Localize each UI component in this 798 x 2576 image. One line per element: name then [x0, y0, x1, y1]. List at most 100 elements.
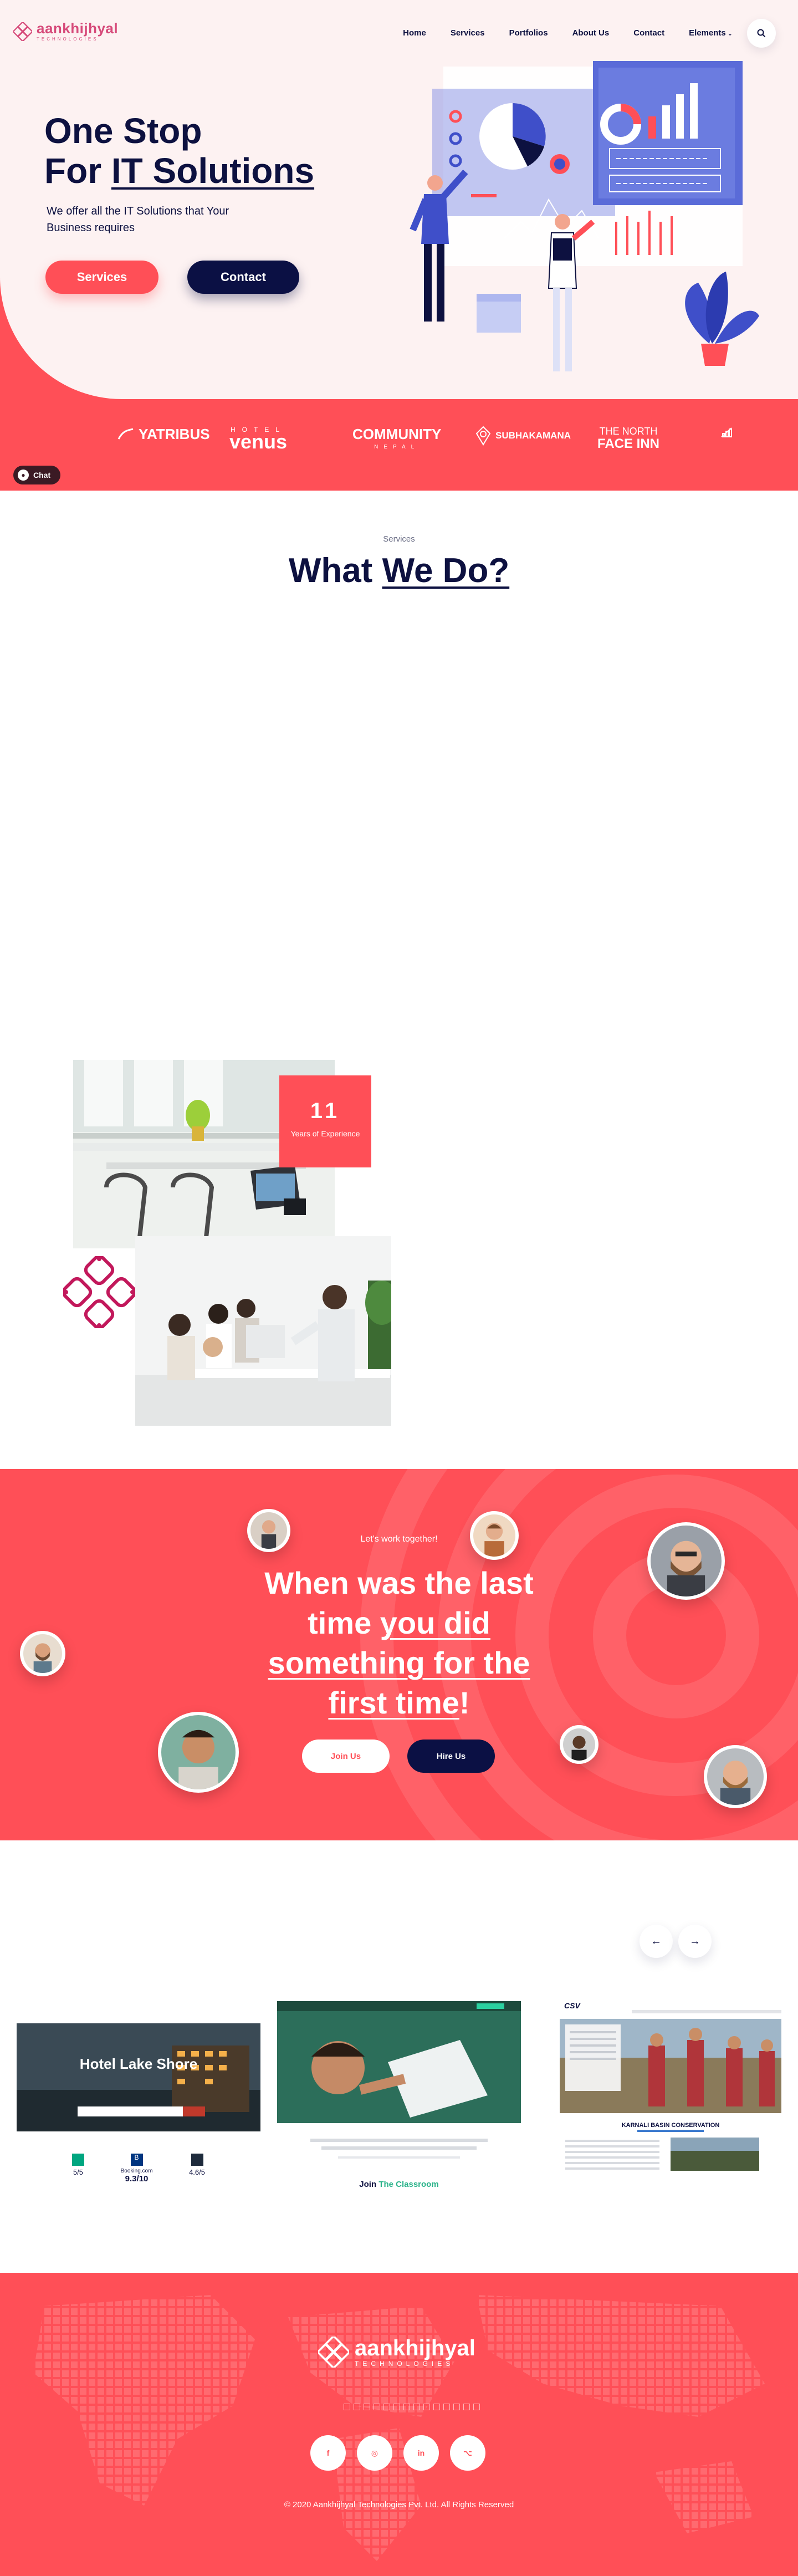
- services-title-prefix: What: [288, 552, 382, 590]
- join-highlight: The Classroom: [378, 2180, 439, 2189]
- carousel-prev-button[interactable]: ←: [640, 1925, 673, 1958]
- text-line: [310, 2139, 488, 2142]
- hotel-ratings: 5/5 B Booking.com 9.3/10 4.6/5: [72, 2154, 205, 2184]
- rating-item: 5/5: [72, 2154, 84, 2184]
- hero-title-line1: One Stop: [44, 111, 202, 151]
- partner-subhakamana[interactable]: SUBHAKAMANA: [475, 426, 571, 446]
- footer-decorative-squares: [344, 2404, 480, 2410]
- search-button[interactable]: [747, 19, 776, 48]
- cta-title-line2-highlight: you did: [380, 1605, 490, 1640]
- linkedin-button[interactable]: in: [403, 2435, 439, 2471]
- hotel-hero-text: Hotel Lake Shore: [79, 2055, 198, 2072]
- nav-services[interactable]: Services: [438, 27, 497, 40]
- join-prefix: Join: [359, 2180, 379, 2189]
- social-links: f ◎ in ⌥: [310, 2435, 485, 2471]
- instagram-icon: ◎: [371, 2448, 378, 2457]
- rating-value: 9.3/10: [125, 2174, 149, 2184]
- decorative-flower-icon: [63, 1256, 135, 1328]
- copyright-text: © 2020 Aankhijhyal Technologies Pvt. Ltd…: [284, 2500, 514, 2509]
- logo-tagline: TECHNOLOGIES: [37, 37, 99, 42]
- site-footer: aankhijhyal TECHNOLOGIES f ◎ in ⌥ © 2020…: [0, 2273, 798, 2576]
- partner-venus[interactable]: HOTEL venus: [229, 426, 288, 453]
- arrow-left-icon: ←: [651, 1935, 662, 1947]
- instagram-button[interactable]: ◎: [357, 2435, 392, 2471]
- nav-about-us[interactable]: About Us: [560, 27, 622, 40]
- footer-brand-tagline: TECHNOLOGIES: [355, 2360, 454, 2368]
- hire-us-button[interactable]: Hire Us: [407, 1740, 495, 1773]
- yatribus-logo-icon: [117, 428, 134, 440]
- cta-title-line1: When was the last: [264, 1565, 534, 1600]
- partner-community-name: COMMUNITY: [352, 426, 442, 442]
- join-us-button[interactable]: Join Us: [302, 1740, 390, 1773]
- chevron-down-icon: ⌄: [727, 30, 733, 37]
- nav-home[interactable]: Home: [391, 27, 438, 40]
- rating-value: 5/5: [73, 2168, 84, 2176]
- partner-yatribus[interactable]: YATRIBUS: [117, 426, 210, 443]
- team-avatar: [647, 1522, 725, 1600]
- partner-community-nepal[interactable]: COMMUNITY NEPAL: [352, 426, 441, 450]
- portfolio-card-hotel-lake-shore[interactable]: Hotel Lake Shore 5/5 B Booking.com 9.3/1…: [17, 2001, 260, 2234]
- main-navigation: Home Services Portfolios About Us Contac…: [391, 27, 745, 40]
- footer-brand-name: aankhijhyal: [355, 2336, 475, 2360]
- footer-world-map: [33, 2295, 765, 2561]
- nav-elements-label: Elements: [689, 28, 726, 38]
- cta-title-line4: first time: [328, 1685, 459, 1720]
- conservation-site-screenshot: [560, 2010, 781, 2171]
- partner-north-face-line1: THE NORTH: [599, 426, 658, 437]
- github-icon: ⌥: [463, 2448, 473, 2457]
- logo-mark-icon: [13, 22, 32, 41]
- cta-title-line3: something for the: [268, 1645, 530, 1680]
- github-button[interactable]: ⌥: [450, 2435, 485, 2471]
- cta-title-exclamation: !: [459, 1685, 470, 1720]
- team-avatar: [470, 1511, 519, 1560]
- logo-name: aankhijhyal: [37, 20, 119, 37]
- portfolio-card-the-classroom[interactable]: Join The Classroom: [277, 2001, 521, 2234]
- linkedin-icon: in: [417, 2449, 425, 2457]
- carousel-next-button[interactable]: →: [678, 1925, 712, 1958]
- contact-button[interactable]: Contact: [187, 261, 299, 294]
- expedia-icon: [191, 2154, 203, 2166]
- cta-title: When was the last time you did something…: [233, 1563, 565, 1723]
- partner-north-face-line2: FACE INN: [597, 436, 660, 451]
- partner-venus-name: venus: [229, 430, 288, 453]
- partner-community-sub: NEPAL: [374, 444, 420, 450]
- nav-portfolios[interactable]: Portfolios: [497, 27, 560, 40]
- rating-value: 4.6/5: [189, 2168, 205, 2176]
- arrow-right-icon: →: [689, 1935, 700, 1947]
- rating-label: Booking.com: [120, 2168, 153, 2174]
- chat-label: Chat: [33, 471, 51, 480]
- nav-contact[interactable]: Contact: [621, 27, 677, 40]
- team-avatar: [20, 1631, 65, 1676]
- hero-title-highlight: IT Solutions: [111, 151, 315, 191]
- experience-badge: 11 Years of Experience: [279, 1075, 371, 1167]
- call-to-action-section: Let's work together! When was the last t…: [0, 1469, 798, 1840]
- footer-logo-mark-icon: [318, 2337, 349, 2368]
- text-line: [338, 2156, 460, 2159]
- classroom-site-screenshot: [277, 2001, 521, 2123]
- footer-logo[interactable]: aankhijhyal TECHNOLOGIES: [318, 2337, 475, 2368]
- facebook-icon: f: [326, 2449, 330, 2457]
- facebook-button[interactable]: f: [310, 2435, 346, 2471]
- partner-partial-logo[interactable]: [720, 426, 733, 438]
- hero-illustration: [410, 61, 759, 371]
- rating-item: 4.6/5: [189, 2154, 205, 2184]
- services-button[interactable]: Services: [45, 261, 158, 294]
- portfolio-card-karnali-conservation[interactable]: CSV KARNALI BASIN CONSERVATION: [554, 2001, 787, 2234]
- rating-item: B Booking.com 9.3/10: [120, 2154, 153, 2184]
- hero-title-line2-prefix: For: [44, 151, 111, 191]
- partner-bars-icon: [721, 427, 732, 437]
- hero-title: One Stop For IT Solutions: [44, 111, 314, 191]
- partner-logos: YATRIBUS HOTEL venus COMMUNITY NEPAL SUB…: [0, 405, 798, 480]
- site-logo[interactable]: aankhijhyal TECHNOLOGIES: [13, 21, 118, 42]
- search-icon: [757, 29, 766, 38]
- cta-title-line2-prefix: time: [308, 1605, 380, 1640]
- partner-north-face-inn[interactable]: THE NORTH FACE INN: [597, 426, 659, 451]
- classroom-join-text: Join The Classroom: [277, 2180, 521, 2189]
- chat-button[interactable]: ● Chat: [13, 466, 61, 484]
- team-avatar: [560, 1725, 598, 1764]
- hotel-site-screenshot: [17, 2023, 260, 2131]
- team-avatar: [704, 1745, 767, 1808]
- partner-yatribus-name: YATRIBUS: [139, 426, 210, 442]
- experience-number: 11: [310, 1099, 341, 1123]
- nav-elements[interactable]: Elements ⌄: [677, 27, 745, 40]
